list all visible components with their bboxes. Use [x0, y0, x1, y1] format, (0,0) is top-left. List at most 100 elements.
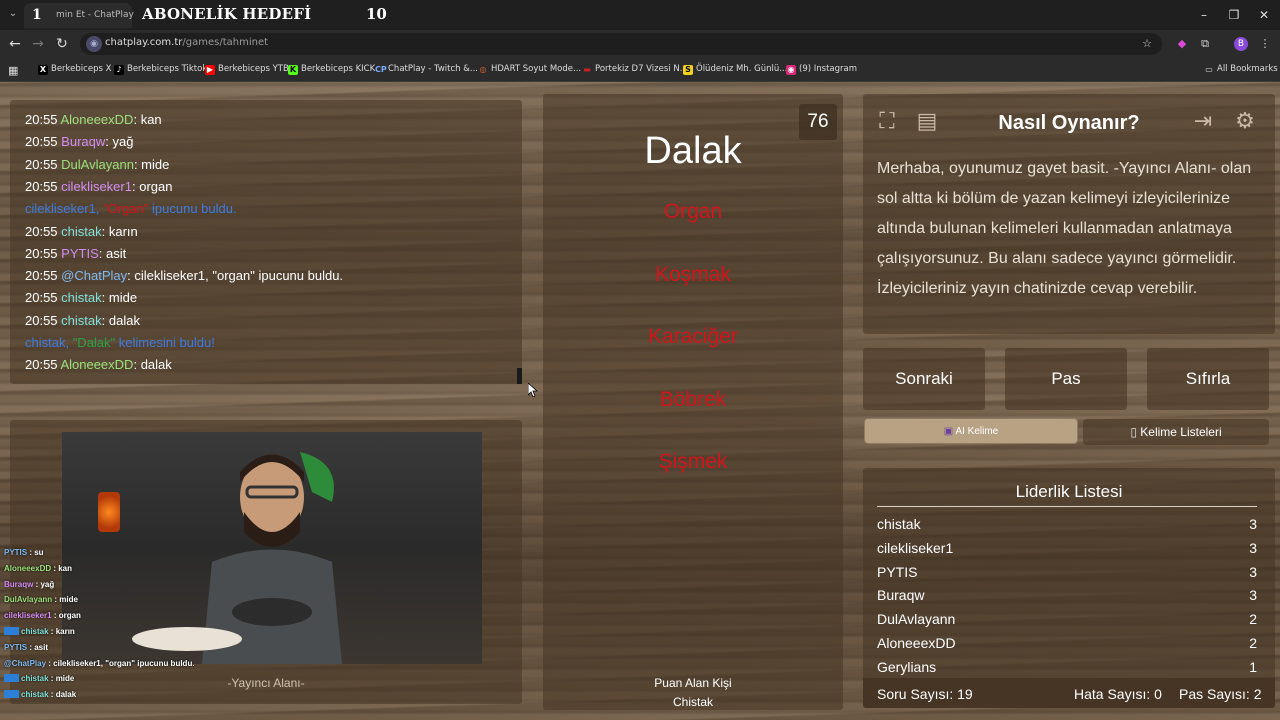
bookmark-item[interactable]: CPChatPlay - Twitch &...: [375, 64, 478, 75]
chat-system-text: kelimesini buldu!: [115, 335, 215, 350]
target-word: Dalak: [644, 130, 742, 172]
overlay-chat-message: DulAvlayann : mide: [4, 595, 78, 604]
badge-icon: [4, 690, 19, 699]
tab-number: 1: [32, 7, 42, 23]
chat-username[interactable]: PYTIS: [61, 246, 99, 261]
close-icon[interactable]: ✕: [1255, 6, 1273, 24]
all-bookmarks-label: All Bookmarks: [1217, 64, 1278, 74]
forward-icon[interactable]: →: [29, 35, 47, 53]
overlay-mini-chat: PYTIS : su AloneeexDD : kan Buraqw : yağ Du…: [0, 545, 330, 705]
bookmark-item[interactable]: X Berkebiceps X: [38, 64, 111, 75]
site-info-icon[interactable]: ◉: [86, 36, 102, 52]
leaderboard-row: Buraqw 3: [877, 587, 1257, 607]
chat-text: dalak: [140, 357, 172, 373]
hdart-icon: ◎: [478, 65, 488, 75]
bookmark-item[interactable]: S Ölüdeniz Mh. Günlü...: [683, 64, 787, 75]
overlay-chat-username: @ChatPlay: [4, 658, 47, 668]
mouse-cursor: [528, 383, 538, 397]
chat-username[interactable]: AloneeexDD: [60, 357, 133, 372]
list-icon: ▯: [1130, 425, 1141, 439]
bookmark-item[interactable]: ◉ (9) Instagram: [786, 64, 857, 75]
bookmark-label: Berkebiceps KICK: [301, 64, 376, 74]
overlay-chat-message: chistak : mide: [4, 674, 74, 683]
overlay-chat-text: : dalak: [48, 690, 77, 700]
tab-search-icon[interactable]: ⌄: [4, 4, 22, 24]
chat-username[interactable]: chistak: [61, 290, 101, 305]
exit-icon[interactable]: ⇥: [1187, 106, 1219, 138]
bookmark-label: Portekiz D7 Vizesi N...: [595, 64, 688, 74]
profile-avatar[interactable]: B: [1234, 37, 1248, 51]
pass-count: Pas Sayısı: 2: [1179, 686, 1262, 702]
overlay-chat-username: AloneeexDD: [4, 563, 52, 573]
ai-icon: ▣: [943, 426, 956, 437]
chat-separator: :: [133, 112, 141, 127]
word-lists-label: Kelime Listeleri: [1140, 425, 1222, 439]
overlay-chat-username: Buraqw: [4, 579, 34, 589]
apps-grid-icon[interactable]: ▦: [8, 64, 18, 77]
chat-username[interactable]: AloneeexDD: [60, 112, 133, 127]
ai-word-button[interactable]: ▣ AI Kelime: [864, 418, 1078, 444]
chat-message: 20:55 AloneeexDD: kan: [25, 112, 162, 127]
chat-username[interactable]: DulAvlayann: [61, 157, 134, 172]
all-bookmarks-folder[interactable]: ▭ All Bookmarks: [1204, 64, 1278, 75]
chat-text: cilekliseker1, "organ" ipucunu buldu.: [134, 268, 344, 284]
back-icon[interactable]: ←: [6, 35, 24, 53]
chat-username[interactable]: @ChatPlay: [61, 268, 127, 283]
leaderboard-name: Gerylians: [877, 658, 937, 675]
reset-button[interactable]: Sıfırla: [1147, 348, 1269, 410]
chat-scrollbar[interactable]: [517, 368, 522, 384]
subscriber-goal-count: 10: [366, 5, 387, 23]
settings-gear-icon[interactable]: ⚙: [1229, 106, 1261, 138]
bookmark-label: HDART Soyut Mode...: [491, 64, 582, 74]
scorer-label: Puan Alan Kişi: [654, 676, 732, 690]
taboo-word: Koşmak: [655, 262, 731, 286]
lamp-glow: [98, 492, 120, 532]
next-button[interactable]: Sonraki: [863, 348, 985, 410]
leaderboard-title: Liderlik Listesi: [1015, 482, 1123, 501]
chat-username[interactable]: Buraqw: [61, 134, 105, 149]
extensions-puzzle-icon[interactable]: ⧉: [1198, 37, 1212, 51]
chat-timestamp: 20:55: [25, 290, 58, 306]
bookmark-item[interactable]: K Berkebiceps KICK: [288, 64, 375, 75]
chat-username[interactable]: chistak: [61, 313, 101, 328]
scorer-name: Chistak: [672, 695, 713, 709]
overlay-chat-text: : asit: [27, 642, 49, 652]
url-path: /games/tahminet: [182, 37, 269, 48]
bookmark-item[interactable]: ▬ Portekiz D7 Vizesi N...: [582, 64, 688, 75]
chat-text: mide: [108, 290, 138, 306]
bookmark-item[interactable]: ♪ Berkebiceps Tiktok: [114, 64, 207, 75]
overlay-chat-username: PYTIS: [4, 642, 28, 652]
leaderboard-score: 1: [1249, 658, 1257, 675]
overlay-chat-message: chistak : karın: [4, 627, 75, 636]
word-lists-button[interactable]: ▯ Kelime Listeleri: [1083, 419, 1269, 445]
leaderboard-score: 2: [1249, 635, 1257, 651]
chat-username[interactable]: cilekliseker1: [61, 179, 132, 194]
chat-message: 20:55 chistak: karın: [25, 224, 138, 239]
restore-icon[interactable]: ❐: [1225, 6, 1243, 24]
bookmarks-bar: ▦ X Berkebiceps X ♪ Berkebiceps Tiktok ▶ Berk…: [0, 58, 1280, 82]
word-panel: 76 Dalak Organ Koşmak Karaciğer Böbrek Şişme…: [543, 94, 843, 710]
extension-icon[interactable]: ◆: [1175, 37, 1189, 51]
browser-menu-icon[interactable]: ⋮: [1258, 37, 1272, 51]
bookmark-star-icon[interactable]: ☆: [1140, 37, 1154, 51]
reload-icon[interactable]: ↻: [53, 35, 71, 53]
pass-button[interactable]: Pas: [1005, 348, 1127, 410]
chat-username[interactable]: chistak,: [25, 335, 73, 350]
bookmark-item[interactable]: ◎ HDART Soyut Mode...: [478, 64, 581, 75]
s-icon: S: [683, 65, 693, 75]
chat-username[interactable]: chistak: [61, 224, 101, 239]
folder-icon: ▭: [1205, 65, 1213, 74]
chat-separator: :: [98, 245, 106, 261]
url-field[interactable]: ◉ chatplay.com.tr/games/tahminet ☆: [80, 33, 1162, 55]
chat-message: 20:55 @ChatPlay: cilekliseker1, "organ" …: [25, 268, 343, 283]
minimize-icon[interactable]: –: [1195, 6, 1213, 24]
chat-username[interactable]: cilekliseker1,: [25, 201, 103, 216]
chat-text: organ: [139, 178, 173, 194]
browser-titlebar: ⌄ 1 min Et - ChatPlay ABONELİK HEDEFİ 10…: [0, 0, 1280, 30]
badge-icon: [4, 674, 19, 683]
chat-text: asit: [105, 245, 127, 261]
bookmark-item[interactable]: ▶ Berkebiceps YTB: [205, 64, 289, 75]
chat-message: 20:55 AloneeexDD: dalak: [25, 357, 172, 372]
browser-tab[interactable]: 1 min Et - ChatPlay: [24, 3, 134, 28]
youtube-icon: ▶: [205, 65, 215, 75]
